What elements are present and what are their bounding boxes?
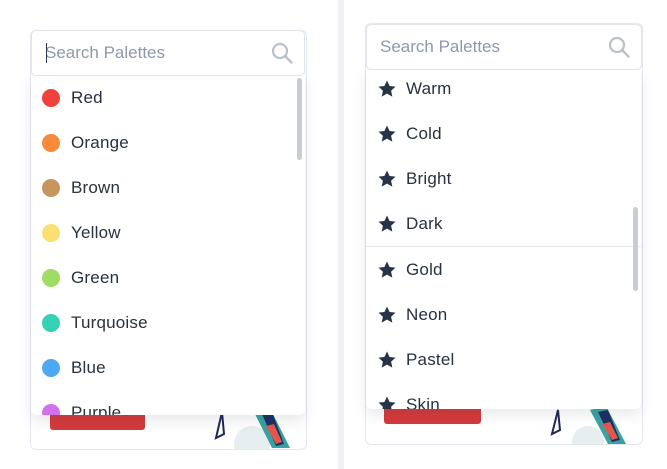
palette-option-label: Turquoise: [71, 312, 148, 332]
right-decorative-illustration: [550, 406, 626, 444]
palette-option-dark[interactable]: Dark: [366, 201, 641, 246]
yellow-swatch-icon: [42, 223, 60, 242]
search-icon[interactable]: [608, 36, 630, 58]
palette-option-gold[interactable]: Gold: [366, 247, 641, 292]
palette-option-label: Orange: [71, 132, 129, 152]
palette-option-bright[interactable]: Bright: [366, 156, 641, 201]
left-search-box[interactable]: [31, 30, 305, 76]
star-icon: [378, 351, 396, 368]
star-icon: [378, 306, 396, 323]
right-search-box[interactable]: [366, 24, 642, 70]
palette-option-label: Green: [71, 267, 120, 287]
green-swatch-icon: [42, 268, 60, 287]
palette-option-neon[interactable]: Neon: [366, 292, 641, 337]
palette-option-label: Brown: [71, 177, 121, 197]
star-icon: [378, 215, 396, 232]
palette-option-green[interactable]: Green: [31, 255, 305, 300]
left-palette-dropdown: Red Orange Brown Yellow Green Turquoise …: [31, 75, 305, 415]
palette-option-label: Red: [71, 87, 103, 107]
search-icon[interactable]: [271, 42, 293, 64]
palette-option-label: Purple: [71, 402, 122, 416]
palette-option-turquoise[interactable]: Turquoise: [31, 300, 305, 345]
palette-option-yellow[interactable]: Yellow: [31, 210, 305, 255]
text-caret: [46, 43, 47, 63]
star-icon: [378, 125, 396, 142]
palette-option-blue[interactable]: Blue: [31, 345, 305, 390]
palette-option-label: Skin: [406, 394, 440, 410]
palette-option-orange[interactable]: Orange: [31, 120, 305, 165]
palette-option-cold[interactable]: Cold: [366, 111, 641, 156]
palette-option-skin[interactable]: Skin: [366, 382, 641, 409]
orange-swatch-icon: [42, 133, 60, 152]
palette-option-label: Gold: [406, 259, 443, 279]
star-icon: [378, 80, 396, 97]
star-icon: [378, 396, 396, 409]
brown-swatch-icon: [42, 178, 60, 197]
palette-option-label: Blue: [71, 357, 106, 377]
palette-option-warm[interactable]: Warm: [366, 69, 641, 111]
star-icon: [378, 170, 396, 187]
palette-option-label: Yellow: [71, 222, 121, 242]
palette-option-brown[interactable]: Brown: [31, 165, 305, 210]
palette-option-label: Pastel: [406, 349, 455, 369]
palette-option-pastel[interactable]: Pastel: [366, 337, 641, 382]
right-scrollbar-thumb[interactable]: [633, 207, 638, 291]
palette-option-purple[interactable]: Purple: [31, 390, 305, 415]
palette-option-label: Bright: [406, 168, 452, 188]
left-search-input[interactable]: [45, 31, 265, 75]
palette-option-label: Neon: [406, 304, 448, 324]
star-icon: [378, 261, 396, 278]
palette-option-red[interactable]: Red: [31, 75, 305, 120]
red-swatch-icon: [42, 88, 60, 107]
palette-option-label: Warm: [406, 78, 452, 98]
palette-option-label: Cold: [406, 123, 442, 143]
right-palette-dropdown: Warm Cold Bright Dark Gold Neon Pastel S…: [366, 69, 641, 409]
left-scrollbar-thumb[interactable]: [297, 78, 302, 160]
turquoise-swatch-icon: [42, 313, 60, 332]
purple-swatch-icon: [42, 403, 60, 415]
blue-swatch-icon: [42, 358, 60, 377]
palette-option-label: Dark: [406, 213, 443, 233]
right-search-input[interactable]: [380, 25, 600, 69]
